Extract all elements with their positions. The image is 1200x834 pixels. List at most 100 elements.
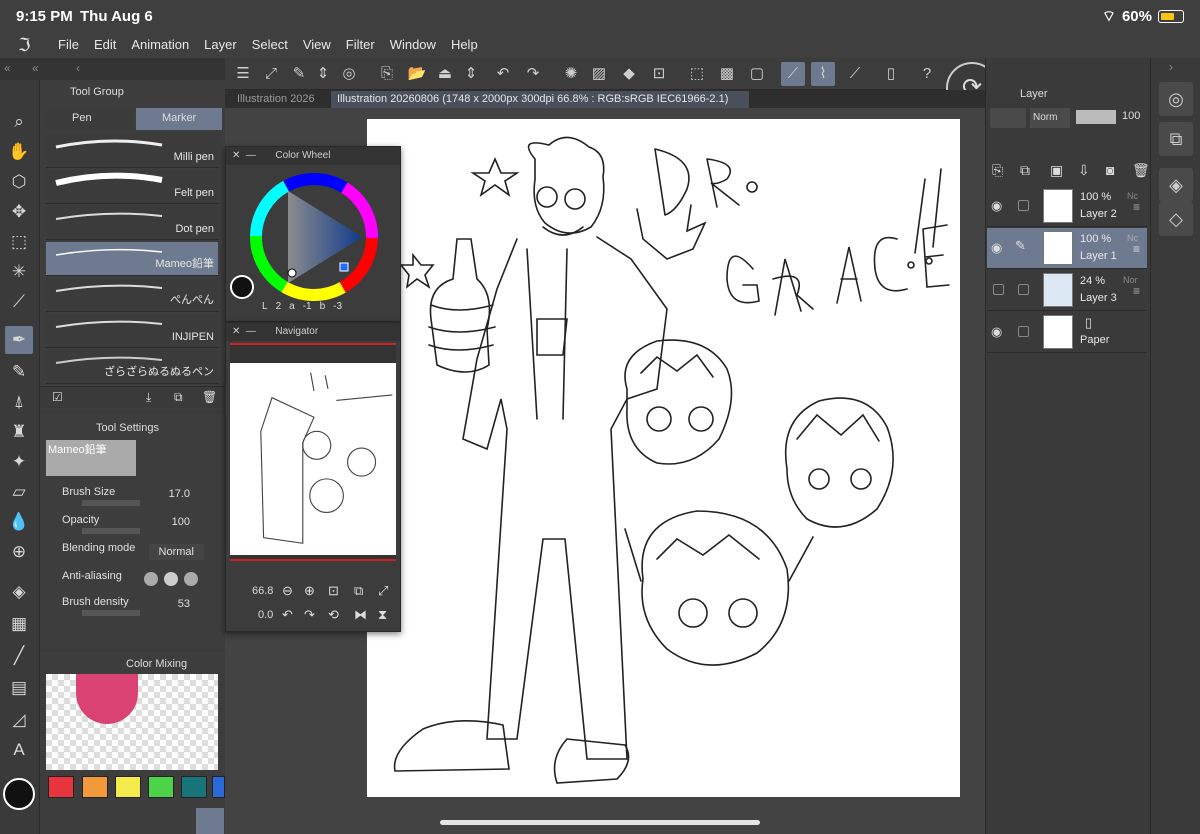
layer-row-layer-2[interactable]: ◉ 100 % Nc Layer 2 ≡ [987,186,1147,227]
menu-file[interactable]: File [58,37,79,52]
aa-option-1[interactable] [144,572,158,586]
opacity-slider[interactable] [1076,110,1116,124]
selection-icon[interactable]: ⬚ [5,228,33,256]
menu-layer[interactable]: Layer [204,37,237,52]
close-icon[interactable]: ✕ — [232,150,256,161]
snap-brush-icon[interactable]: ⌇ [811,62,835,86]
opacity-row[interactable]: Opacity 100 [56,510,216,536]
menu-window[interactable]: Window [390,37,436,52]
layer-checkbox[interactable] [1018,200,1029,211]
tab-doc-2[interactable]: Illustration 20260806 (1748 x 2000px 300… [331,91,749,108]
menu-select[interactable]: Select [252,37,288,52]
anti-aliasing-row[interactable]: Anti-aliasing [56,566,216,592]
aa-option-2[interactable] [164,572,178,586]
menu-filter[interactable]: Filter [346,37,375,52]
delete-layer-icon[interactable]: 🗑 [1132,162,1150,179]
app-logo-icon[interactable]: ℑ [18,35,31,56]
magic-wand-icon[interactable]: ✳ [5,258,33,286]
layer-visibility-checkbox[interactable] [993,284,1004,295]
navigator-preview[interactable] [230,343,396,561]
hue-ring[interactable] [244,167,384,307]
blend-mode-select[interactable]: Norm [1030,108,1070,128]
menu-animation[interactable]: Animation [131,37,189,52]
layer-checkbox[interactable] [1018,284,1029,295]
drag-handle-icon[interactable]: ≡ [1133,284,1140,298]
blending-mode-row[interactable]: Blending mode Normal [56,538,216,564]
color-mixing-canvas[interactable] [46,674,218,770]
clip-icon[interactable]: ◎ [337,62,361,86]
drag-handle-icon[interactable]: ≡ [1133,200,1140,214]
swatch-blue[interactable] [212,776,225,798]
flip-horizontal-icon[interactable]: ⧓ [354,607,367,623]
snap-ruler-icon[interactable]: ⟋ [781,62,805,86]
layer-property-icon[interactable]: ⧉ [1159,122,1193,156]
new-layer-icon[interactable]: ⎘ [992,162,1003,179]
trash-icon[interactable]: 🗑 [202,390,217,404]
brush-injipen[interactable]: INJIPEN [46,314,218,348]
visibility-eye-icon[interactable]: ◉ [991,198,1002,214]
swatch-orange[interactable] [82,776,108,798]
clear-icon[interactable]: ▨ [587,62,611,86]
redo-icon[interactable]: ↷ [521,62,545,86]
brush-mameo[interactable]: Mameo鉛筆 [46,242,218,276]
tab-doc-1[interactable]: Illustration 2026 [231,91,321,108]
export-icon[interactable]: ⏏ [433,62,457,86]
brush-zarazara[interactable]: ざらざらぬるぬるペン [46,350,218,384]
mask-icon[interactable]: ◙ [1106,162,1114,178]
help-icon[interactable]: ? [915,62,939,86]
brush-milli-pen[interactable]: Milli pen [46,134,218,168]
edit-icon[interactable]: ✎ [287,62,311,86]
new-folder-icon[interactable]: ⧉ [1020,162,1030,179]
layer-row-layer-3[interactable]: 24 % Nor Layer 3 ≡ [987,270,1147,311]
aa-option-3[interactable] [184,572,198,586]
menu-view[interactable]: View [303,37,331,52]
drawing-canvas[interactable] [367,119,960,797]
rotation-value[interactable]: 0.0 [258,609,273,621]
expand-icon[interactable]: ⤢ [378,583,388,599]
chevron-right-icon[interactable]: › [1169,60,1173,74]
object-icon[interactable]: ⬡ [5,168,33,196]
tab-pen[interactable]: Pen [46,108,134,130]
line-icon[interactable]: ╱ [5,642,33,670]
deselect-icon[interactable]: ⬚ [685,62,709,86]
swatch-teal[interactable] [181,776,207,798]
rotate-left-icon[interactable]: ↶ [282,607,293,623]
decoration-icon[interactable]: ✦ [5,448,33,476]
visibility-eye-icon[interactable]: ◉ [991,324,1002,340]
layers-icon[interactable]: ◈ [1159,168,1193,202]
layer-checkbox[interactable] [1018,326,1029,337]
brush-size-row[interactable]: Brush Size 17.0 [56,482,216,508]
merge-icon[interactable]: ⇩ [1078,162,1090,179]
move-icon[interactable]: ✥ [5,198,33,226]
zoom-value[interactable]: 66.8 [252,585,273,597]
hand-icon[interactable]: ✋ [5,138,33,166]
zoom-icon[interactable]: ⌕ [5,108,33,136]
airbrush-icon[interactable]: ♜ [5,418,33,446]
layer-type-select[interactable] [990,108,1026,128]
copy-layer-icon[interactable]: ▣ [1050,162,1063,179]
frame-icon[interactable]: ▤ [5,674,33,702]
collapse-icon[interactable]: « [32,61,39,75]
crop-icon[interactable]: ▢ [745,62,769,86]
menu-help[interactable]: Help [451,37,478,52]
swatch-red[interactable] [48,776,74,798]
menu-edit[interactable]: Edit [94,37,116,52]
eraser-icon[interactable]: ▱ [5,478,33,506]
pencil-icon[interactable]: ✎ [5,358,33,386]
text-icon[interactable]: A [5,736,33,764]
actual-size-icon[interactable]: ⊡ [328,583,339,599]
gradient-icon[interactable]: ▦ [5,610,33,638]
device-icon[interactable]: ▯ [879,62,903,86]
grid-icon[interactable]: ⊕ [5,538,33,566]
swatch-yellow[interactable] [115,776,141,798]
fit-icon[interactable]: ⤢ [259,62,283,86]
loading-icon[interactable]: ✺ [559,62,583,86]
invert-icon[interactable]: ▩ [715,62,739,86]
undo-icon[interactable]: ↶ [491,62,515,86]
layer-row-paper[interactable]: ◉ ▯ Paper [987,312,1147,353]
drag-handle-icon[interactable]: ≡ [1133,242,1140,256]
visibility-eye-icon[interactable]: ◉ [991,240,1002,256]
eyedropper-icon[interactable]: ⟋ [5,288,33,316]
settings-icon[interactable]: ☑ [52,390,63,404]
reset-rotation-icon[interactable]: ⟲ [328,607,339,623]
